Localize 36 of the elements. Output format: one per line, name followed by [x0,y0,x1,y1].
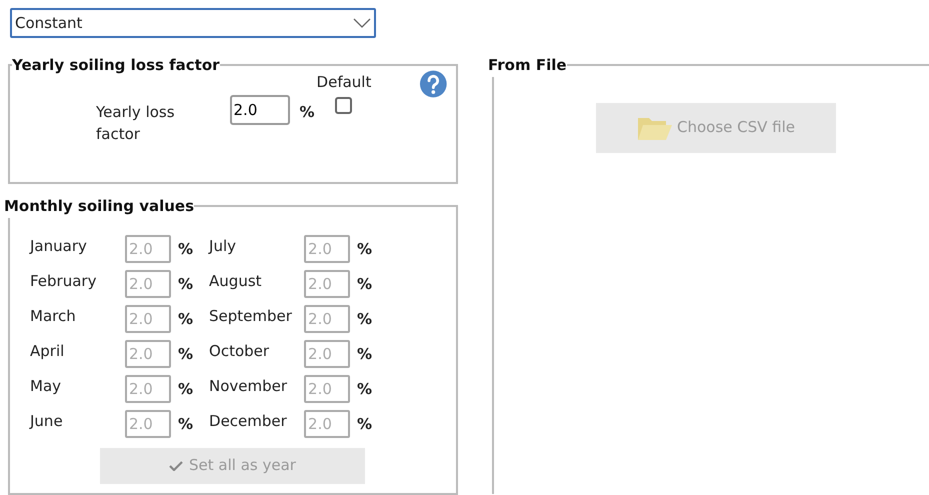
group-title: Monthly soiling values [4,196,194,217]
month-label: June [30,410,64,432]
percent-unit: % [357,378,372,400]
percent-unit: % [300,102,315,122]
month-label: March [30,306,77,327]
percent-unit: % [178,344,194,365]
default-checkbox[interactable] [335,97,352,114]
percent-unit: % [178,238,194,260]
percent-unit: % [357,308,372,330]
percent-unit: % [357,414,372,435]
percent-unit: % [178,378,194,400]
month-label: July [209,236,238,257]
checkbox-label: Default [316,72,372,92]
month-label: May [30,376,62,397]
chevron-down-icon [353,18,371,28]
percent-unit: % [178,414,194,435]
month-label: December [209,410,288,432]
month-label: April [30,340,66,362]
percent-unit: % [178,274,194,295]
group-title: Yearly soiling loss factor [12,55,220,76]
percent-unit: % [357,274,372,295]
month-label: January [30,236,88,257]
month-label: September [209,306,293,327]
percent-unit: % [357,344,372,365]
checkmark-icon [169,460,184,471]
month-label: October [209,340,270,362]
percent-unit: % [357,238,372,260]
field-label: Yearly loss factor [96,102,176,145]
loss-factor-field[interactable]: 2.0 [230,94,290,124]
group-title: From File [488,55,567,76]
help-icon[interactable] [419,68,448,98]
mode-dropdown[interactable]: Constant [10,8,376,38]
month-label: February [30,270,98,292]
percent-unit: % [178,308,194,330]
month-label: August [209,270,263,292]
month-label: November [209,376,288,397]
